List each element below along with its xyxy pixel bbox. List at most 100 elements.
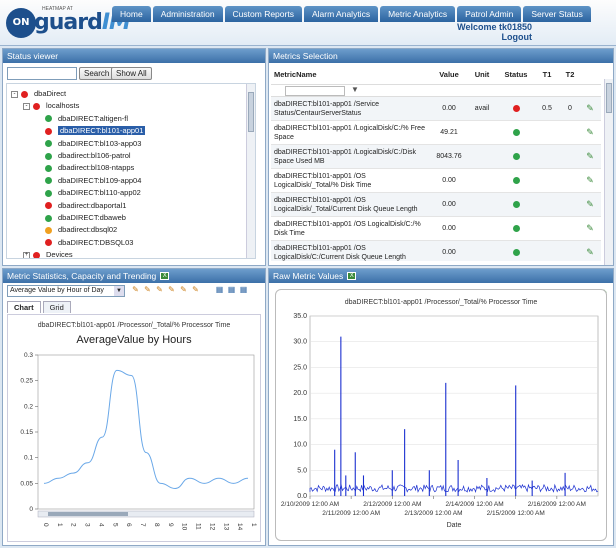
trend-icon-1[interactable]: ✎ <box>131 285 140 295</box>
metric-status-cell <box>497 224 535 232</box>
edit-pencil-icon[interactable]: ✎ <box>581 247 599 258</box>
metric-name-cell: dbaDIRECT:bl101-app01 /OS LogicalDisk/_T… <box>274 172 372 189</box>
tree-node[interactable]: dbaDIRECT:dbaweb <box>35 212 126 224</box>
metric-row[interactable]: dbaDIRECT:bl101-app01 /Service Status/Ce… <box>271 97 601 121</box>
trend-icon-3[interactable]: ✎ <box>155 285 164 295</box>
x-tick-label: 13 <box>222 523 229 531</box>
metric-status-cell <box>497 176 535 184</box>
chart-scroll-thumb[interactable] <box>48 512 128 516</box>
trend-icon-4[interactable]: ✎ <box>167 285 176 295</box>
status-viewer-panel: Status viewer Search Show All - dbaDirect… <box>2 48 266 266</box>
chart-type-icon-1[interactable]: ▦ <box>215 285 224 295</box>
nav-tab-patrol-admin[interactable]: Patrol Admin <box>457 6 522 22</box>
expand-icon[interactable]: + <box>23 251 30 258</box>
y-tick-label: 0.2 <box>24 403 33 410</box>
x-tick-label: 1 <box>56 523 63 527</box>
tree-node[interactable]: - dbaDirect <box>11 88 66 100</box>
col-metricname[interactable]: MetricName <box>271 70 431 79</box>
col-status[interactable]: Status <box>497 70 535 79</box>
excel-export-icon[interactable]: X <box>347 272 357 280</box>
tree-node[interactable]: + Devices <box>23 249 73 258</box>
metric-row[interactable]: dbaDIRECT:bl101-app01 /OS LogicalDisk/C:… <box>271 241 601 261</box>
nav-tab-custom-reports[interactable]: Custom Reports <box>224 6 302 22</box>
x-axis-label: Date <box>447 522 462 529</box>
y-tick-label: 35.0 <box>293 313 307 320</box>
metrics-scroll-thumb[interactable] <box>606 83 612 113</box>
edit-pencil-icon[interactable]: ✎ <box>581 199 599 210</box>
metric-row[interactable]: dbaDIRECT:bl101-app01 /LogicalDisk/C:/% … <box>271 121 601 145</box>
metric-filter-input[interactable] <box>285 86 345 96</box>
tree-scrollbar[interactable] <box>246 84 255 258</box>
show-all-button[interactable]: Show All <box>111 67 152 80</box>
edit-pencil-icon[interactable]: ✎ <box>581 151 599 162</box>
collapse-icon[interactable]: - <box>11 90 18 98</box>
tree-node[interactable]: dbaDIRECT:bl101-app01 <box>35 125 146 137</box>
metric-row[interactable]: dbaDIRECT:bl101-app01 /OS LogicalDisk/_T… <box>271 193 601 217</box>
col-unit[interactable]: Unit <box>467 70 497 79</box>
rollup-select[interactable]: Average Value by Hour of Day ▼ <box>7 285 125 297</box>
tree-node[interactable]: dbaDIRECT:altigen-fl <box>35 113 128 125</box>
col-value[interactable]: Value <box>431 70 467 79</box>
y-tick-label: 20.0 <box>293 390 307 397</box>
x-tick-label: 11 <box>195 523 202 530</box>
tree-node[interactable]: - localhosts <box>23 100 79 112</box>
tree-node-label: localhosts <box>46 101 80 111</box>
edit-pencil-icon[interactable]: ✎ <box>581 223 599 234</box>
chevron-down-icon[interactable]: ▼ <box>114 286 124 296</box>
onguard-im-logo[interactable]: HEATMAP AT ON guardIM <box>6 6 131 40</box>
tree-node-label: dbadirect:bl108-ntapps <box>58 163 135 173</box>
chart-type-icon-3[interactable]: ▦ <box>239 285 248 295</box>
chart-type-icon-2[interactable]: ▦ <box>227 285 236 295</box>
metric-name-cell: dbaDIRECT:bl101-app01 /OS LogicalDisk/C:… <box>274 244 406 261</box>
x-tick-label: 12 <box>208 523 215 531</box>
search-button[interactable]: Search <box>79 67 115 80</box>
x-tick-label: 1 <box>250 523 257 527</box>
tree-node-label: dbaDIRECT:bl101-app01 <box>58 126 146 136</box>
metric-row[interactable]: dbaDIRECT:bl101-app01 /OS LogicalDisk/_T… <box>271 169 601 193</box>
metrics-scrollbar[interactable] <box>604 79 613 265</box>
raw-values-chart: dbaDIRECT:bl101-app01 /Processor/_Total/… <box>281 299 599 529</box>
tab-chart[interactable]: Chart <box>7 301 41 313</box>
trend-icon-6[interactable]: ✎ <box>191 285 200 295</box>
edit-pencil-icon[interactable]: ✎ <box>581 127 599 138</box>
metrics-table-body: dbaDIRECT:bl101-app01 /Service Status/Ce… <box>271 97 601 261</box>
tree-node[interactable]: dbaDIRECT:DBSQL03 <box>35 237 133 249</box>
nav-tab-administration[interactable]: Administration <box>152 6 223 22</box>
trend-icon-5[interactable]: ✎ <box>179 285 188 295</box>
metric-row[interactable]: dbaDIRECT:bl101-app01 /OS LogicalDisk/C:… <box>271 217 601 241</box>
trend-icon-2[interactable]: ✎ <box>143 285 152 295</box>
tree-node[interactable]: dbaDIRECT:bl103-app03 <box>35 138 141 150</box>
tree-node[interactable]: dbadirect:bl108-ntapps <box>35 162 134 174</box>
nav-tab-alarm-analytics[interactable]: Alarm Analytics <box>303 6 379 22</box>
collapse-icon[interactable]: - <box>23 102 30 110</box>
logout-link[interactable]: Logout <box>428 32 533 42</box>
tree-node[interactable]: dbadirect:bl106-patrol <box>35 150 131 162</box>
tree-node-label: dbaDIRECT:dbaweb <box>58 213 126 222</box>
col-t1[interactable]: T1 <box>535 70 559 79</box>
edit-pencil-icon[interactable]: ✎ <box>581 103 599 114</box>
metric-value-cell: 49.21 <box>440 129 458 136</box>
status-dot-icon <box>45 152 52 160</box>
status-search-input[interactable] <box>7 67 77 80</box>
nav-tab-home[interactable]: Home <box>112 6 151 22</box>
edit-pencil-icon[interactable]: ✎ <box>581 175 599 186</box>
tree-node[interactable]: dbaDIRECT:bl109-app04 <box>35 175 141 187</box>
tree-node-label: dbaDIRECT:bl103-app03 <box>58 138 142 148</box>
tab-grid[interactable]: Grid <box>42 301 71 313</box>
excel-export-icon[interactable]: X <box>160 272 170 280</box>
metric-status-cell <box>497 248 535 256</box>
tree-node[interactable]: dbaDIRECT:bl110-app02 <box>35 187 141 199</box>
metric-t2-cell: 0 <box>568 105 572 112</box>
tree-node[interactable]: dbadirect:dbaportal1 <box>35 200 126 212</box>
nav-tab-server-status[interactable]: Server Status <box>523 6 591 22</box>
filter-icon[interactable]: ▼ <box>351 85 359 94</box>
tree-scroll-thumb[interactable] <box>248 92 254 132</box>
nav-tab-metric-analytics[interactable]: Metric Analytics <box>380 6 456 22</box>
status-dot-icon <box>45 226 52 234</box>
metric-row[interactable]: dbaDIRECT:bl101-app01 /LogicalDisk/C:/Di… <box>271 145 601 169</box>
status-dot-icon <box>33 251 40 258</box>
plot-area <box>309 315 599 497</box>
logo-on-circle: ON <box>6 8 36 38</box>
tree-node[interactable]: dbadirect:dbsql02 <box>35 224 117 236</box>
col-t2[interactable]: T2 <box>559 70 581 79</box>
